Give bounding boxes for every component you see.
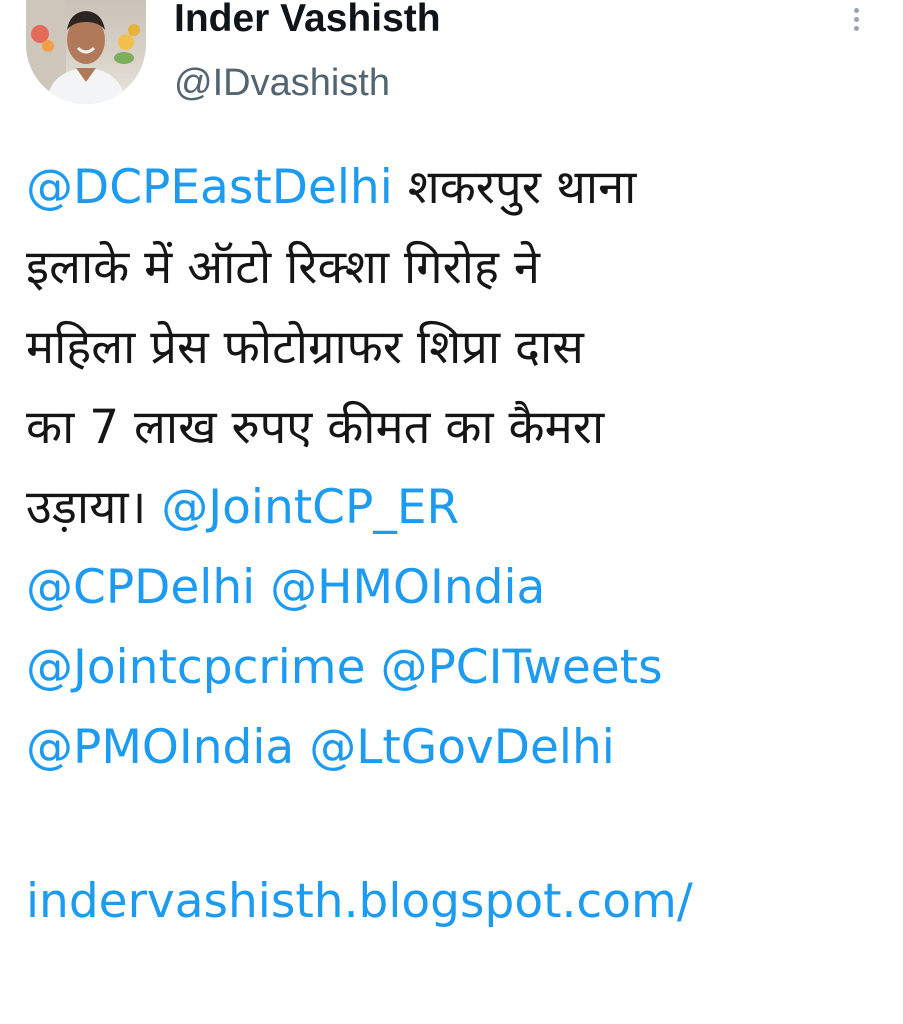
tweet-line: का 7 लाख रुपए कीमत का कैमरा [26, 388, 896, 468]
tweet-line: इलाके में ऑटो रिक्शा गिरोह ने [26, 228, 896, 308]
tweet-text: शकरपुर थाना [407, 160, 637, 215]
tweet-line: @CPDelhi @HMOIndia [26, 548, 896, 628]
vertical-ellipsis-icon [853, 8, 859, 13]
tweet-line: उड़ाया। @JointCP_ER [26, 468, 896, 548]
clipped-next-line [26, 1014, 846, 1022]
mention-joint-cp-er[interactable]: @JointCP_ER [161, 480, 459, 535]
tweet-text: महिला प्रेस फोटोग्राफर शिप्रा दास [26, 320, 584, 375]
mention-cp-delhi[interactable]: @CPDelhi [26, 560, 255, 615]
blog-link[interactable]: indervashisth.blogspot.com/ [26, 874, 693, 929]
mention-pmo-india[interactable]: @PMOIndia [26, 720, 294, 775]
author-handle[interactable]: @IDvashisth [174, 60, 390, 106]
mention-hmo-india[interactable]: @HMOIndia [270, 560, 545, 615]
tweet-text: उड़ाया। [26, 480, 147, 535]
tweet-line: @DCPEastDelhi शकरपुर थाना [26, 148, 896, 228]
tweet-line: महिला प्रेस फोटोग्राफर शिप्रा दास [26, 308, 896, 388]
mention-dcp-east-delhi[interactable]: @DCPEastDelhi [26, 160, 393, 215]
tweet-line: @PMOIndia @LtGovDelhi [26, 708, 896, 788]
avatar[interactable] [26, 0, 146, 104]
avatar-photo [26, 0, 140, 104]
tweet-text: का 7 लाख रुपए कीमत का कैमरा [26, 400, 605, 455]
tweet-body: @DCPEastDelhi शकरपुर थाना इलाके में ऑटो … [26, 148, 896, 942]
ellipsis-dot [853, 26, 859, 31]
author-name[interactable]: Inder Vashisth [174, 0, 441, 42]
tweet-line: @Jointcpcrime @PCITweets [26, 628, 896, 708]
more-options-button[interactable] [849, 8, 863, 38]
ellipsis-dot [853, 17, 859, 22]
mention-joint-cp-crime[interactable]: @Jointcpcrime [26, 640, 366, 695]
tweet-line: indervashisth.blogspot.com/ [26, 862, 896, 942]
mention-pci-tweets[interactable]: @PCITweets [380, 640, 662, 695]
tweet-text: इलाके में ऑटो रिक्शा गिरोह ने [26, 240, 540, 295]
mention-lt-gov-delhi[interactable]: @LtGovDelhi [309, 720, 615, 775]
